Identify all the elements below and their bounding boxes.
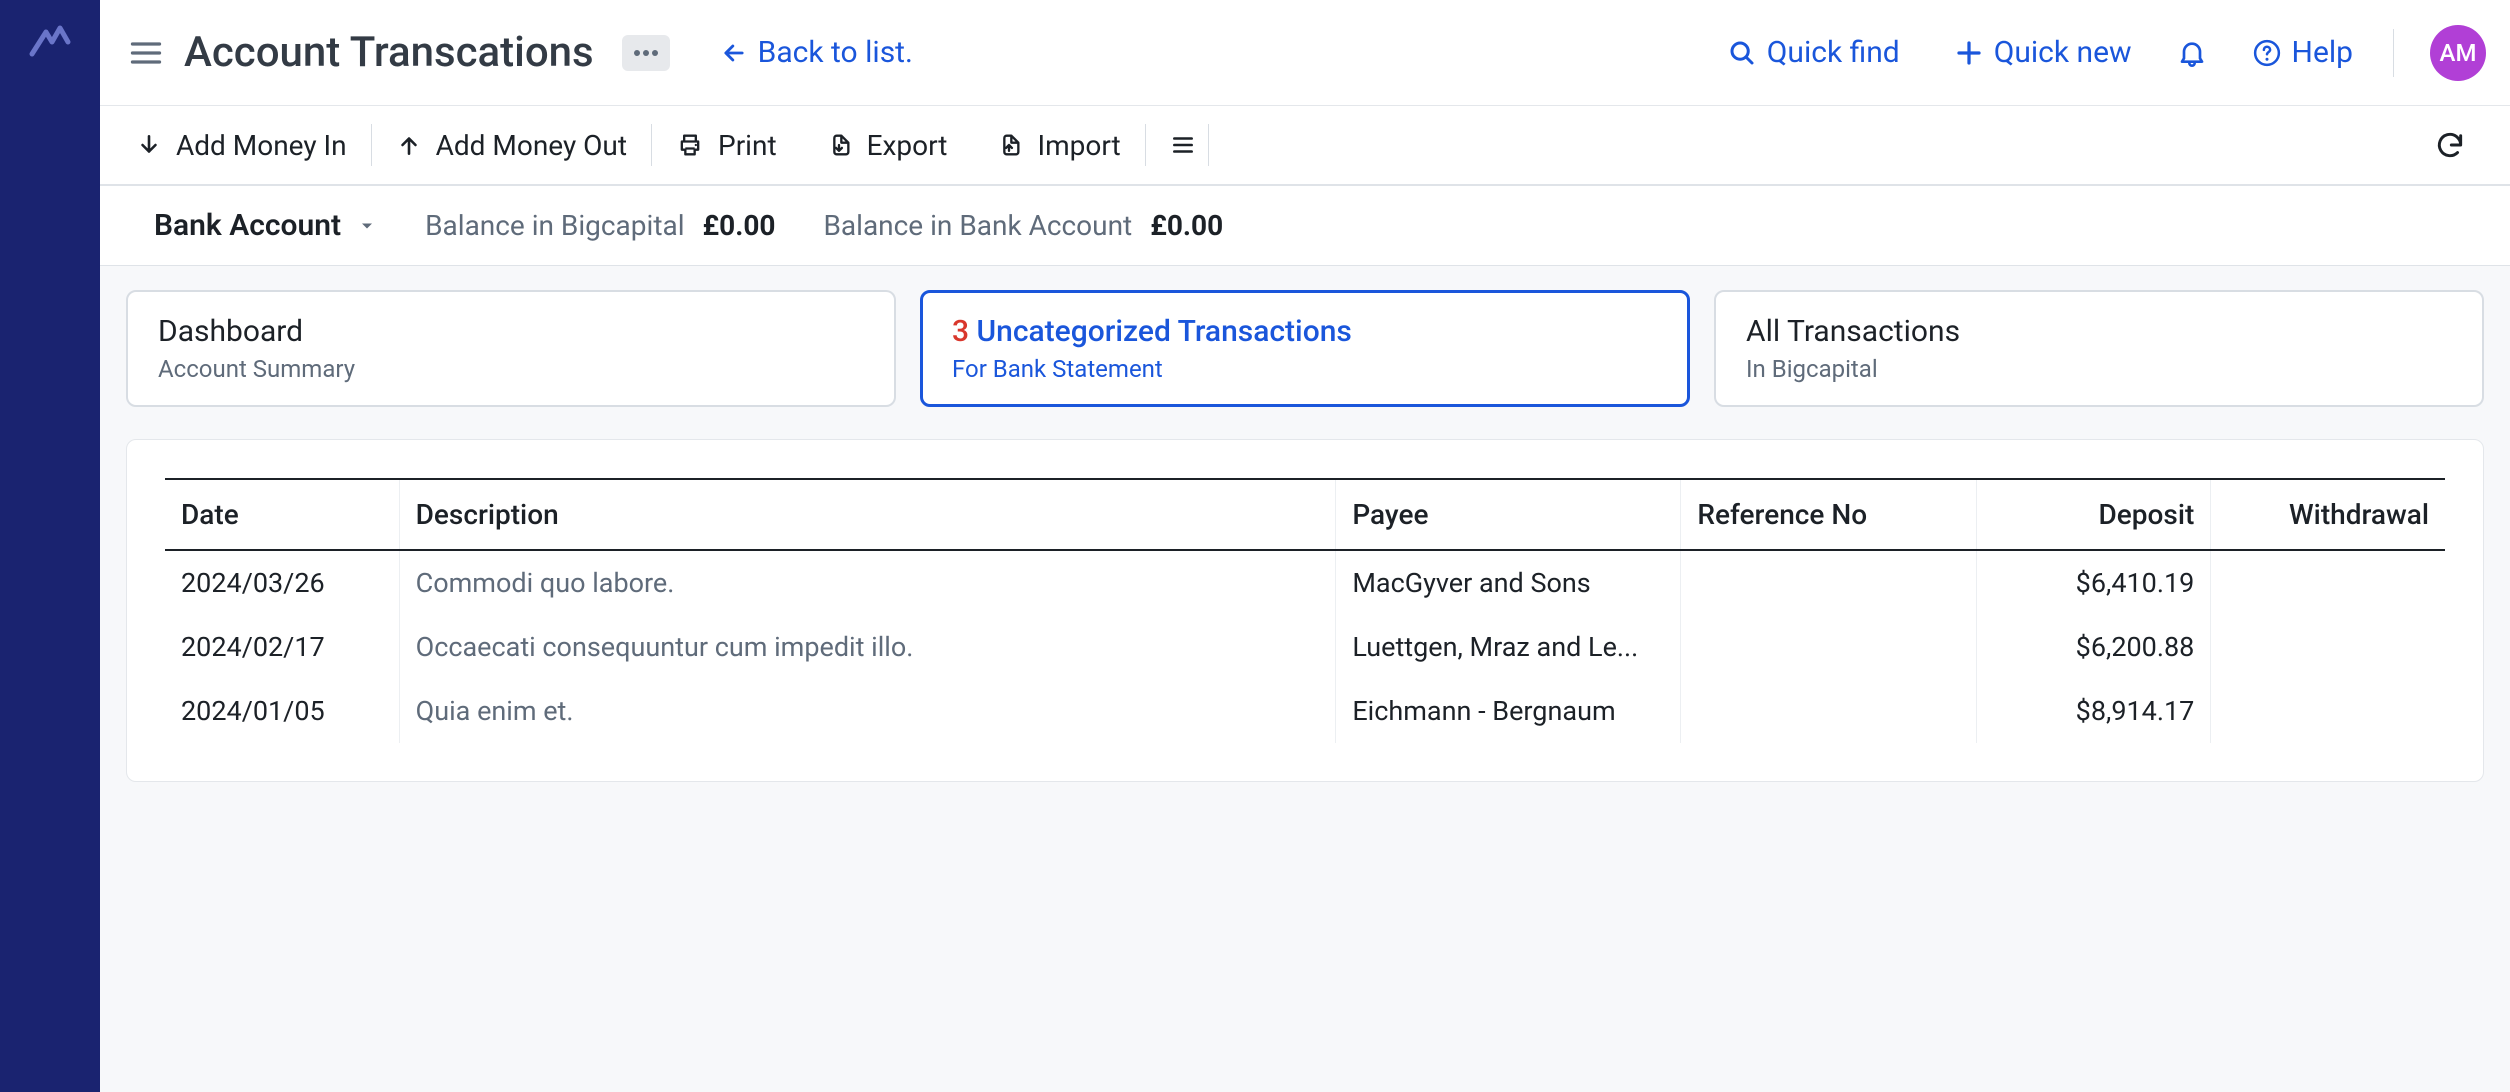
list-icon [1170,132,1196,158]
export-label: Export [867,129,948,162]
topbar: Account Transcations Back to list. Quick… [100,0,2510,106]
back-to-list-link[interactable]: Back to list. [720,35,913,70]
cell-reference [1681,679,1977,743]
tab-all-subtitle: In Bigcapital [1746,355,2452,383]
col-description[interactable]: Description [399,479,1336,550]
cell-reference [1681,550,1977,615]
search-icon [1727,38,1757,68]
content-area: Dashboard Account Summary 3 Uncategorize… [100,266,2510,1092]
table-row[interactable]: 2024/01/05Quia enim et.Eichmann - Bergna… [165,679,2445,743]
cell-date: 2024/01/05 [165,679,399,743]
import-button[interactable]: Import [971,129,1144,162]
cell-payee: Luettgen, Mraz and Le... [1336,615,1681,679]
balance-bank-label: Balance in Bank Account [823,209,1132,242]
col-deposit[interactable]: Deposit [1977,479,2211,550]
print-label: Print [718,129,777,162]
bell-icon [2176,37,2208,69]
actionbar: Add Money In Add Money Out Print Export … [100,106,2510,186]
cell-date: 2024/03/26 [165,550,399,615]
col-withdrawal[interactable]: Withdrawal [2211,479,2445,550]
avatar[interactable]: AM [2430,25,2486,81]
menu-toggle-icon[interactable] [124,31,168,75]
tab-uncategorized-subtitle: For Bank Statement [952,355,1658,383]
export-icon [825,131,853,159]
notifications-button[interactable] [2164,25,2220,81]
list-view-button[interactable] [1146,132,1208,158]
tab-all-title: All Transactions [1746,314,2452,349]
tab-uncategorized[interactable]: 3 Uncategorized Transactions For Bank St… [920,290,1690,407]
tab-uncategorized-title-text: Uncategorized Transactions [969,314,1352,349]
balance-app: Balance in Bigcapital £0.00 [425,209,775,242]
cell-withdrawal [2211,679,2445,743]
balance-bar: Bank Account Balance in Bigcapital £0.00… [100,186,2510,266]
account-selector[interactable]: Bank Account [154,208,377,243]
cell-payee: Eichmann - Bergnaum [1336,679,1681,743]
cell-deposit: $6,200.88 [1977,615,2211,679]
import-icon [995,131,1023,159]
more-actions-button[interactable] [622,35,670,71]
quick-new-label: Quick new [1994,35,2132,70]
cell-reference [1681,615,1977,679]
tab-dashboard-subtitle: Account Summary [158,355,864,383]
main-content: Account Transcations Back to list. Quick… [100,0,2510,1092]
account-selector-label: Bank Account [154,208,341,243]
balance-app-value: £0.00 [703,209,776,242]
import-label: Import [1037,129,1120,162]
col-date[interactable]: Date [165,479,399,550]
page-title: Account Transcations [184,28,594,77]
cell-withdrawal [2211,615,2445,679]
tabs-row: Dashboard Account Summary 3 Uncategorize… [126,290,2484,407]
balance-bank: Balance in Bank Account £0.00 [823,209,1223,242]
tab-dashboard[interactable]: Dashboard Account Summary [126,290,896,407]
cell-description: Quia enim et. [399,679,1336,743]
table-row[interactable]: 2024/03/26Commodi quo labore.MacGyver an… [165,550,2445,615]
quick-new-button[interactable]: Quick new [1932,35,2154,70]
app-logo[interactable] [26,18,74,1092]
add-money-out-button[interactable]: Add Money Out [372,129,651,162]
cell-date: 2024/02/17 [165,615,399,679]
help-button[interactable]: Help [2230,35,2375,70]
divider [2393,29,2394,77]
balance-bank-value: £0.00 [1150,209,1223,242]
table-row[interactable]: 2024/02/17Occaecati consequuntur cum imp… [165,615,2445,679]
balance-app-label: Balance in Bigcapital [425,209,684,242]
col-reference[interactable]: Reference No [1681,479,1977,550]
tab-all-transactions[interactable]: All Transactions In Bigcapital [1714,290,2484,407]
help-icon [2252,38,2282,68]
arrow-down-icon [136,132,162,158]
back-link-label: Back to list. [758,35,913,70]
quick-find-button[interactable]: Quick find [1705,35,1922,70]
cell-deposit: $6,410.19 [1977,550,2211,615]
cell-description: Occaecati consequuntur cum impedit illo. [399,615,1336,679]
print-button[interactable]: Print [652,129,801,162]
transactions-table-card: Date Description Payee Reference No Depo… [126,439,2484,782]
arrow-left-icon [720,39,748,67]
help-label: Help [2292,35,2353,70]
cell-withdrawal [2211,550,2445,615]
add-money-in-label: Add Money In [176,129,347,162]
tab-uncategorized-title: 3 Uncategorized Transactions [952,314,1658,349]
transactions-table: Date Description Payee Reference No Depo… [165,478,2445,743]
cell-payee: MacGyver and Sons [1336,550,1681,615]
arrow-up-icon [396,132,422,158]
cell-deposit: $8,914.17 [1977,679,2211,743]
sidebar [0,0,100,1092]
col-payee[interactable]: Payee [1336,479,1681,550]
add-money-out-label: Add Money Out [436,129,627,162]
plus-icon [1954,38,1984,68]
quick-find-label: Quick find [1767,35,1900,70]
chevron-down-icon [357,216,377,236]
add-money-in-button[interactable]: Add Money In [136,129,371,162]
tab-dashboard-title: Dashboard [158,314,864,349]
tab-uncategorized-count: 3 [952,314,969,349]
print-icon [676,131,704,159]
export-button[interactable]: Export [801,129,972,162]
refresh-button[interactable] [2426,129,2474,161]
cell-description: Commodi quo labore. [399,550,1336,615]
refresh-icon [2434,129,2466,161]
